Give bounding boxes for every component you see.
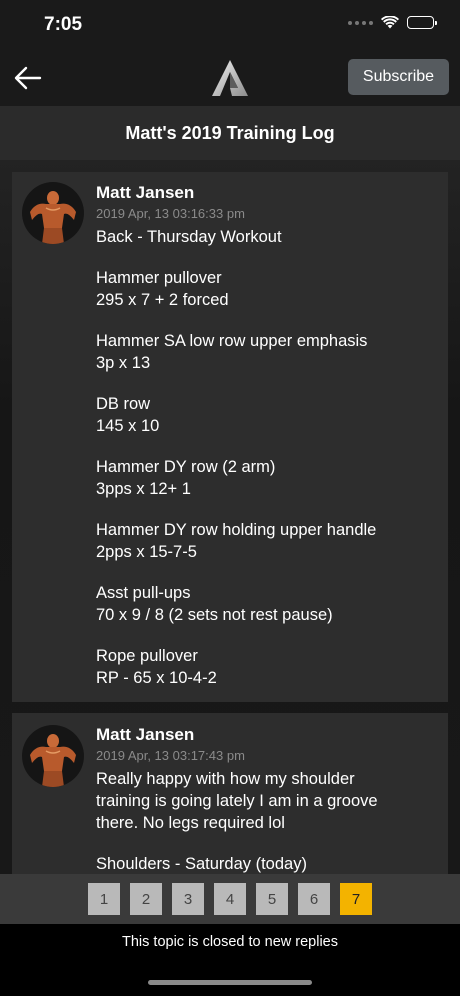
page-button-7[interactable]: 7 (340, 883, 372, 915)
post-author[interactable]: Matt Jansen (96, 183, 194, 203)
subscribe-button[interactable]: Subscribe (348, 59, 449, 95)
wifi-icon (381, 16, 399, 29)
page-title: Matt's 2019 Training Log (125, 122, 335, 143)
post-paragraph: Hammer SA low row upper emphasis 3p x 13 (96, 332, 368, 372)
post-card: Matt Jansen 2019 Apr, 13 03:17:43 pm Rea… (12, 713, 448, 874)
post-date: 2019 Apr, 13 03:16:33 pm (96, 206, 245, 221)
topic-posts[interactable]: Matt Jansen 2019 Apr, 13 03:16:33 pm Bac… (0, 160, 460, 874)
page-button-3[interactable]: 3 (172, 883, 204, 915)
post-paragraph: Shoulders - Saturday (today) (96, 855, 307, 873)
topic-closed-notice: This topic is closed to new replies (122, 934, 338, 950)
back-arrow-icon[interactable] (12, 62, 44, 94)
nav-bar: Subscribe (0, 50, 460, 106)
page-button-5[interactable]: 5 (256, 883, 288, 915)
footer: This topic is closed to new replies (0, 924, 460, 996)
post-paragraph: Asst pull-ups 70 x 9 / 8 (2 sets not res… (96, 584, 333, 624)
bodybuilder-avatar-icon (22, 182, 84, 244)
page-button-4[interactable]: 4 (214, 883, 246, 915)
status-bar: 7:05 (0, 0, 460, 50)
post-paragraph: Hammer DY row (2 arm) 3pps x 12+ 1 (96, 458, 276, 498)
post-body: Really happy with how my shoulder traini… (96, 768, 412, 874)
page-button-6[interactable]: 6 (298, 883, 330, 915)
status-time: 7:05 (44, 14, 83, 35)
post-author[interactable]: Matt Jansen (96, 725, 194, 745)
post-paragraph: Back - Thursday Workout (96, 228, 282, 246)
post-paragraph: Hammer DY row holding upper handle 2pps … (96, 521, 377, 561)
status-icons (348, 16, 437, 29)
title-bar: Matt's 2019 Training Log (0, 106, 460, 160)
post-paragraph: Rope pullover RP - 65 x 10-4-2 (96, 647, 217, 687)
post-date: 2019 Apr, 13 03:17:43 pm (96, 748, 245, 763)
pagination: 1 2 3 4 5 6 7 (0, 874, 460, 924)
avatar[interactable] (22, 182, 84, 244)
post-paragraph: Really happy with how my shoulder traini… (96, 770, 378, 832)
page-button-1[interactable]: 1 (88, 883, 120, 915)
avatar[interactable] (22, 725, 84, 787)
post-body: Back - Thursday Workout Hammer pullover … (96, 226, 436, 708)
app-logo-icon (212, 60, 248, 96)
post-paragraph: DB row 145 x 10 (96, 395, 160, 435)
post-card: Matt Jansen 2019 Apr, 13 03:16:33 pm Bac… (12, 172, 448, 702)
bodybuilder-avatar-icon (22, 725, 84, 787)
page-button-2[interactable]: 2 (130, 883, 162, 915)
signal-dots-icon (348, 20, 373, 25)
post-paragraph: Hammer pullover 295 x 7 + 2 forced (96, 269, 229, 309)
battery-icon (407, 16, 437, 29)
home-indicator[interactable] (148, 980, 312, 985)
